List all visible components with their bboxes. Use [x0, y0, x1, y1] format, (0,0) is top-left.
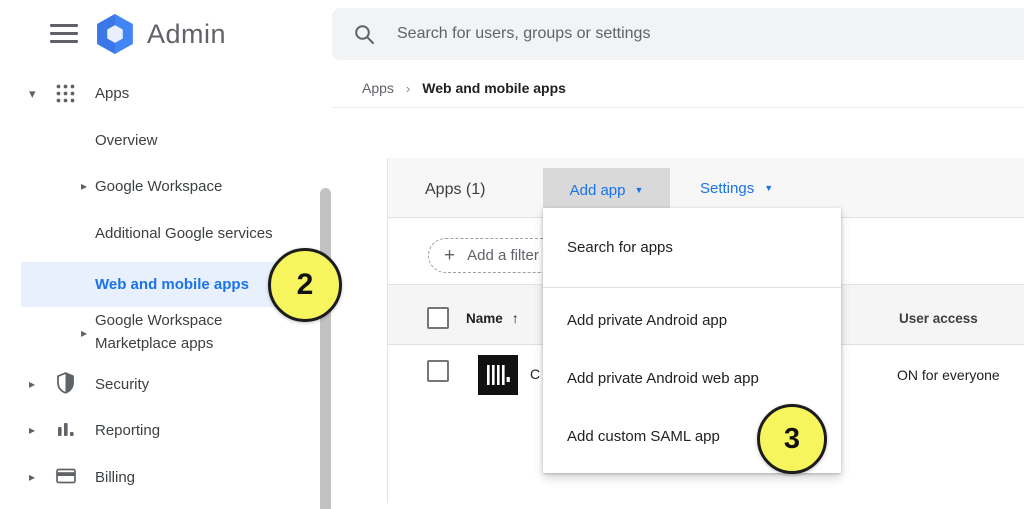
- menu-item-add-private-android-app[interactable]: Add private Android app: [543, 291, 841, 349]
- billing-caret-icon[interactable]: ▸: [29, 471, 35, 483]
- breadcrumb-apps-link[interactable]: Apps: [362, 80, 394, 96]
- apps-grid-icon: [55, 83, 76, 104]
- admin-console-screen: Admin Search for users, groups or settin…: [0, 0, 1024, 509]
- app-title: Admin: [147, 19, 226, 50]
- apps-expand-caret-icon[interactable]: ▾: [29, 87, 36, 100]
- sidebar-item-label: Web and mobile apps: [95, 276, 249, 293]
- menu-hamburger-icon[interactable]: [50, 24, 78, 43]
- security-caret-icon[interactable]: ▸: [29, 378, 35, 390]
- sidebar-item-security[interactable]: Security: [95, 376, 149, 393]
- column-header-user-access: User access: [899, 311, 978, 326]
- marketplace-line1: Google Workspace: [95, 312, 222, 329]
- search-icon: [354, 24, 375, 45]
- menu-item-search-for-apps[interactable]: Search for apps: [543, 208, 841, 288]
- add-app-dropdown-icon: ▼: [634, 186, 643, 195]
- admin-hexagon-icon: [94, 13, 136, 55]
- breadcrumb-separator-icon: ›: [406, 81, 410, 96]
- marketplace-apps-caret-icon[interactable]: ▸: [81, 327, 87, 339]
- sidebar-item-marketplace-apps[interactable]: Google Workspace Marketplace apps: [95, 309, 222, 355]
- add-app-label: Add app: [570, 182, 626, 199]
- breadcrumb-divider: [332, 107, 1024, 108]
- sidebar-item-apps[interactable]: Apps: [95, 85, 129, 102]
- sidebar-item-additional-google-services[interactable]: Additional Google services: [95, 225, 273, 242]
- sidebar-item-billing[interactable]: Billing: [95, 469, 135, 486]
- settings-button[interactable]: Settings ▼: [700, 180, 773, 197]
- search-placeholder: Search for users, groups or settings: [397, 25, 650, 43]
- sidebar-item-google-workspace[interactable]: Google Workspace: [95, 178, 222, 195]
- credit-card-icon: [55, 467, 77, 485]
- breadcrumb-current: Web and mobile apps: [422, 80, 566, 96]
- annotation-step-3: 3: [757, 404, 827, 474]
- google-workspace-caret-icon[interactable]: ▸: [81, 180, 87, 192]
- column-header-name[interactable]: Name ↑: [466, 310, 519, 326]
- settings-label: Settings: [700, 180, 754, 197]
- google-admin-logo: Admin: [94, 13, 226, 55]
- reporting-caret-icon[interactable]: ▸: [29, 424, 35, 436]
- marketplace-line2: Marketplace apps: [95, 335, 213, 352]
- add-filter-label: Add a filter: [467, 247, 539, 264]
- breadcrumb: Apps › Web and mobile apps: [362, 80, 566, 96]
- user-access-cell: ON for everyone: [897, 367, 1000, 383]
- shield-icon: [55, 372, 76, 394]
- apps-count-label: Apps (1): [425, 181, 485, 199]
- sidebar-scrollbar[interactable]: [320, 188, 331, 509]
- row-checkbox[interactable]: [427, 360, 449, 382]
- add-app-button[interactable]: Add app ▼: [543, 168, 670, 212]
- global-search-bar[interactable]: Search for users, groups or settings: [332, 8, 1024, 60]
- sort-ascending-icon: ↑: [512, 310, 519, 326]
- annotation-step-2: 2: [268, 248, 342, 322]
- bar-chart-icon: [55, 420, 76, 439]
- sidebar-item-overview[interactable]: Overview: [95, 132, 158, 149]
- name-header-label: Name: [466, 311, 503, 326]
- select-all-checkbox[interactable]: [427, 307, 449, 329]
- plus-icon: +: [444, 246, 455, 265]
- app-name-cell[interactable]: C: [530, 366, 540, 382]
- app-logo-icon: [478, 355, 518, 395]
- sidebar-item-reporting[interactable]: Reporting: [95, 422, 160, 439]
- settings-dropdown-icon: ▼: [764, 184, 773, 193]
- menu-item-add-private-android-web-app[interactable]: Add private Android web app: [543, 349, 841, 407]
